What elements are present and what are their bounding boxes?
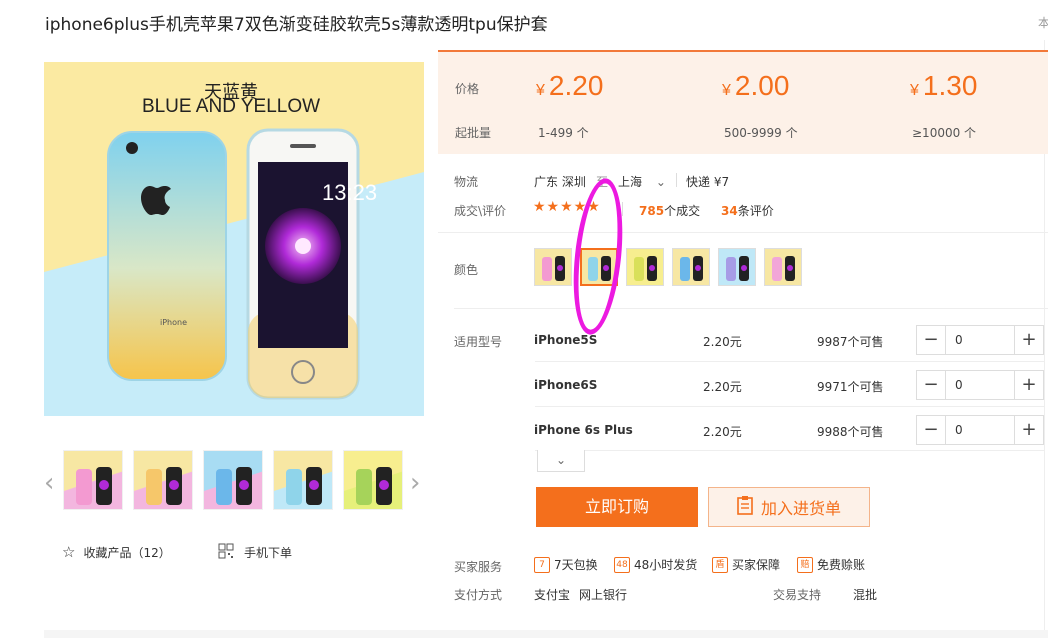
model-stock: 9987个可售 — [817, 335, 884, 349]
color-swatch-blue-pink[interactable] — [672, 248, 710, 286]
color-swatch-yellow[interactable] — [626, 248, 664, 286]
model-price: 2.20元 — [703, 380, 742, 394]
services-label: 买家服务 — [454, 560, 503, 574]
min-qty-label: 起批量 — [455, 126, 492, 140]
model-price: 2.20元 — [703, 425, 742, 439]
price-panel: 价格 起批量 ¥2.20 ¥2.00 ¥1.30 1-499 个 500-999… — [438, 50, 1048, 154]
price-label: 价格 — [455, 82, 480, 96]
thumbnail[interactable] — [133, 450, 193, 510]
favorite-product[interactable]: ☆ 收藏产品（12） — [62, 543, 171, 561]
quantity-input[interactable]: 0 — [945, 371, 1015, 399]
plus-icon[interactable]: + — [1015, 371, 1043, 399]
bottom-bar — [44, 630, 1048, 638]
quantity-stepper: − 0 + — [916, 325, 1044, 355]
model-stock: 9971个可售 — [817, 380, 884, 394]
qty-tier-3: ≥10000 个 — [912, 126, 977, 140]
minus-icon[interactable]: − — [917, 416, 945, 444]
phone-back-text: iPhone — [160, 318, 188, 327]
shield-icon: 盾 — [712, 556, 728, 573]
thumbnail[interactable] — [273, 450, 333, 510]
service-48h-ship[interactable]: 48 48小时发货 — [614, 556, 697, 573]
mobile-order[interactable]: 手机下单 — [218, 543, 292, 562]
color-label: 颜色 — [454, 263, 479, 277]
payment-alipay: 支付宝 — [534, 588, 571, 602]
model-name: iPhone5S — [534, 333, 598, 347]
product-title: iphone6plus手机壳苹果7双色渐变硅胶软壳5s薄款透明tpu保护套 — [45, 15, 548, 35]
payment-online-bank: 网上银行 — [579, 588, 628, 602]
thumbnail[interactable] — [203, 450, 263, 510]
ship-to-select[interactable]: 上海 ⌄ — [618, 173, 666, 190]
color-swatch-blue-purple[interactable] — [718, 248, 756, 286]
chevron-down-icon: ⌄ — [655, 175, 666, 189]
reviews-label: 成交\评价 — [454, 204, 507, 218]
logistics-label: 物流 — [454, 175, 479, 189]
trade-support-label: 交易支持 — [773, 588, 822, 602]
credit-icon: 赔 — [797, 556, 813, 573]
thumbnail[interactable] — [343, 450, 403, 510]
thumb-prev-arrow-icon[interactable]: ‹ — [44, 468, 54, 498]
section-divider — [438, 232, 1048, 233]
model-name: iPhone6S — [534, 378, 598, 392]
trade-support-value: 混批 — [853, 588, 878, 602]
corner-text: 本 — [1037, 16, 1048, 30]
quantity-stepper: − 0 + — [916, 370, 1044, 400]
payment-label: 支付方式 — [454, 588, 503, 602]
divider — [622, 202, 623, 216]
add-to-list-button[interactable]: 加入进货单 — [708, 487, 870, 527]
mobile-order-label: 手机下单 — [244, 546, 293, 560]
expand-models-button[interactable]: ⌄ — [537, 450, 585, 472]
divider — [676, 173, 677, 187]
clipboard-icon — [737, 495, 753, 519]
color-swatch-pink-yellow[interactable] — [764, 248, 802, 286]
buy-now-button[interactable]: 立即订购 — [536, 487, 698, 527]
models-label: 适用型号 — [454, 335, 503, 349]
minus-icon[interactable]: − — [917, 326, 945, 354]
qty-tier-1: 1-499 个 — [538, 126, 589, 140]
model-stock: 9988个可售 — [817, 425, 884, 439]
quantity-input[interactable]: 0 — [945, 416, 1015, 444]
exchange-icon: 7 — [534, 556, 550, 573]
thumbnail-strip — [63, 450, 403, 510]
row-divider — [535, 361, 1045, 362]
section-divider — [454, 308, 1048, 309]
star-outline-icon: ☆ — [62, 543, 76, 561]
main-product-image[interactable]: 天蓝黄 BLUE AND YELLOW 13:23 iPhone — [44, 62, 424, 416]
service-free-credit[interactable]: 赔免费赊账 — [797, 556, 865, 573]
screen-clock: 13:23 — [322, 180, 378, 205]
shipping-fee: 快递 ¥7 — [686, 175, 730, 189]
quantity-input[interactable]: 0 — [945, 326, 1015, 354]
model-name: iPhone 6s Plus — [534, 423, 633, 437]
model-price: 2.20元 — [703, 335, 742, 349]
price-tier-2: ¥2.00 — [722, 70, 790, 101]
row-divider — [535, 406, 1045, 407]
quantity-stepper: − 0 + — [916, 415, 1044, 445]
minus-icon[interactable]: − — [917, 371, 945, 399]
plus-icon[interactable]: + — [1015, 326, 1043, 354]
thumbnail[interactable] — [63, 450, 123, 510]
deals-count[interactable]: 785个成交 — [639, 202, 700, 219]
service-7day-exchange[interactable]: 7 7天包换 — [534, 556, 598, 573]
thumb-next-arrow-icon[interactable]: › — [410, 468, 420, 498]
plus-icon[interactable]: + — [1015, 416, 1043, 444]
service-buyer-protection[interactable]: 盾买家保障 — [712, 556, 780, 573]
color-swatch-pink-purple[interactable] — [534, 248, 572, 286]
chevron-down-icon: ⌄ — [555, 453, 567, 467]
row-divider — [535, 450, 1045, 451]
shipping-icon: 48 — [614, 556, 630, 573]
review-count[interactable]: 34条评价 — [721, 202, 774, 219]
add-to-list-label: 加入进货单 — [760, 499, 841, 518]
price-tier-1: ¥2.20 — [536, 70, 604, 101]
ship-from: 广东 深圳 — [534, 175, 586, 189]
price-tier-3: ¥1.30 — [910, 70, 978, 101]
favorite-label: 收藏产品（12） — [83, 545, 171, 560]
image-title-en: BLUE AND YELLOW — [141, 96, 321, 117]
qr-code-icon — [218, 543, 234, 562]
qty-tier-2: 500-9999 个 — [724, 126, 798, 140]
